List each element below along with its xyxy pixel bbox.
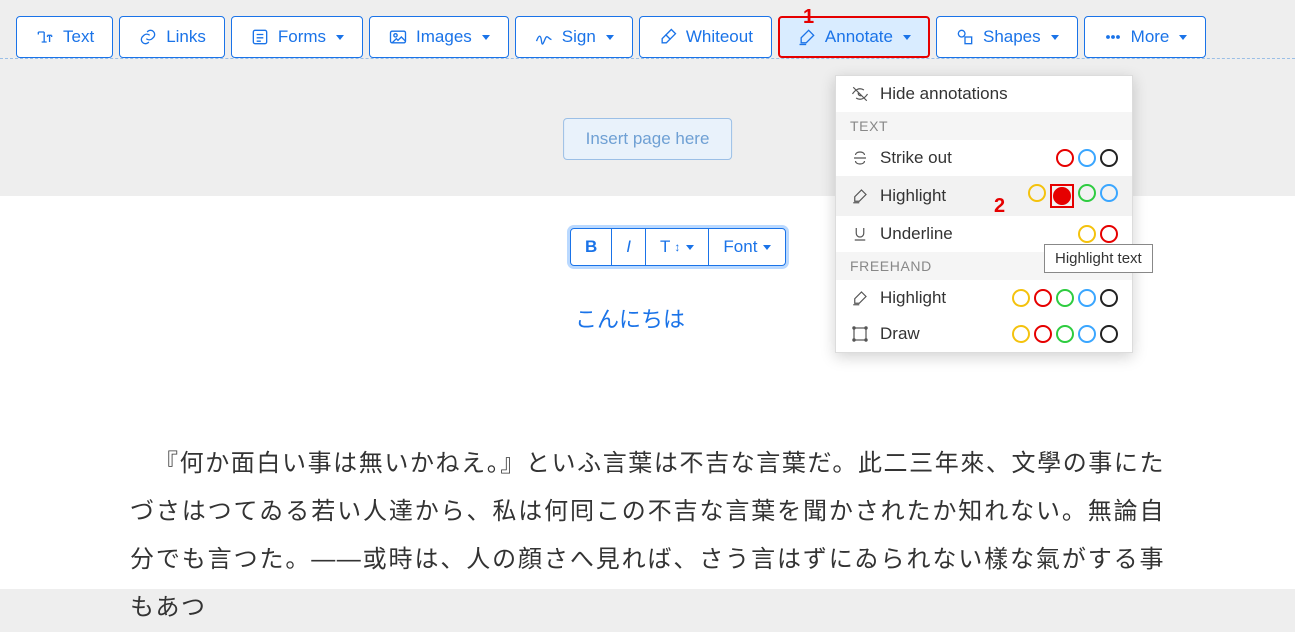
- text-edit-toolbar: B I T↕ Font: [570, 228, 786, 266]
- insert-page-label: Insert page here: [586, 129, 710, 148]
- annotate-button[interactable]: Annotate: [778, 16, 930, 58]
- underline-label: Underline: [880, 224, 1068, 244]
- swatch-black[interactable]: [1100, 149, 1118, 167]
- bold-label: B: [585, 237, 597, 257]
- text-label: Text: [63, 27, 94, 47]
- bold-button[interactable]: B: [570, 228, 612, 266]
- caret-icon: [336, 35, 344, 40]
- swatch-blue[interactable]: [1078, 325, 1096, 343]
- shapes-label: Shapes: [983, 27, 1041, 47]
- insert-divider: [0, 58, 1295, 59]
- text-icon: [35, 27, 55, 47]
- hide-annotations-item[interactable]: Hide annotations: [836, 76, 1132, 112]
- main-toolbar: Text Links Forms Images Sign Whiteout An…: [0, 0, 1295, 74]
- swatch-green[interactable]: [1056, 289, 1074, 307]
- highlighter-icon: [797, 27, 817, 47]
- shapes-icon: [955, 27, 975, 47]
- swatch-black[interactable]: [1100, 325, 1118, 343]
- caret-icon: [1179, 35, 1187, 40]
- caret-icon: [903, 35, 911, 40]
- draw-icon: [850, 324, 870, 344]
- annotate-dropdown: Hide annotations TEXT Strike out Highlig…: [835, 75, 1133, 353]
- strikeout-swatches: [1056, 149, 1118, 167]
- sign-icon: [534, 27, 554, 47]
- links-button[interactable]: Links: [119, 16, 225, 58]
- whiteout-label: Whiteout: [686, 27, 753, 47]
- swatch-black[interactable]: [1100, 289, 1118, 307]
- swatch-blue[interactable]: [1100, 184, 1118, 202]
- strikeout-item[interactable]: Strike out: [836, 140, 1132, 176]
- swatch-yellow[interactable]: [1012, 289, 1030, 307]
- text-button[interactable]: Text: [16, 16, 113, 58]
- annotate-label: Annotate: [825, 27, 893, 47]
- forms-icon: [250, 27, 270, 47]
- highlight-swatches: [1028, 184, 1118, 208]
- forms-button[interactable]: Forms: [231, 16, 363, 58]
- swatch-red-selected[interactable]: [1050, 184, 1074, 208]
- caret-icon: [1051, 35, 1059, 40]
- caret-icon: [686, 245, 694, 250]
- swatch-red[interactable]: [1034, 289, 1052, 307]
- swatch-green[interactable]: [1078, 184, 1096, 202]
- whiteout-button[interactable]: Whiteout: [639, 16, 772, 58]
- insert-page-button[interactable]: Insert page here: [563, 118, 733, 160]
- font-label: Font: [723, 237, 757, 257]
- swatch-blue[interactable]: [1078, 289, 1096, 307]
- caret-icon: [606, 35, 614, 40]
- highlight-item[interactable]: Highlight: [836, 176, 1132, 216]
- size-label: T: [660, 237, 670, 257]
- underline-icon: [850, 224, 870, 244]
- swatch-yellow[interactable]: [1028, 184, 1046, 202]
- strikeout-icon: [850, 148, 870, 168]
- font-button[interactable]: Font: [708, 228, 786, 266]
- swatch-green[interactable]: [1056, 325, 1074, 343]
- greeting-text[interactable]: こんにちは: [575, 302, 685, 334]
- italic-button[interactable]: I: [611, 228, 646, 266]
- eraser-icon: [658, 27, 678, 47]
- document-body-text: 『何か面白い事は無いかねえ。』といふ言葉は不吉な言葉だ。此二三年來、文學の事にた…: [130, 440, 1165, 632]
- text-section-header: TEXT: [836, 112, 1132, 140]
- highlighter-icon: [850, 288, 870, 308]
- draw-swatches: [1012, 325, 1118, 343]
- underline-swatches: [1078, 225, 1118, 243]
- updown-icon: ↕: [674, 240, 680, 254]
- strikeout-label: Strike out: [880, 148, 1046, 168]
- image-icon: [388, 27, 408, 47]
- links-label: Links: [166, 27, 206, 47]
- callout-2: 2: [994, 195, 1005, 218]
- more-label: More: [1131, 27, 1170, 47]
- highlighter-icon: [850, 186, 870, 206]
- freehand-highlight-label: Highlight: [880, 288, 1002, 308]
- link-icon: [138, 27, 158, 47]
- images-button[interactable]: Images: [369, 16, 509, 58]
- sign-button[interactable]: Sign: [515, 16, 633, 58]
- fh-highlight-swatches: [1012, 289, 1118, 307]
- more-button[interactable]: More: [1084, 16, 1207, 58]
- hide-annotations-label: Hide annotations: [880, 84, 1118, 104]
- forms-label: Forms: [278, 27, 326, 47]
- swatch-blue[interactable]: [1078, 149, 1096, 167]
- swatch-red[interactable]: [1034, 325, 1052, 343]
- draw-item[interactable]: Draw: [836, 316, 1132, 352]
- caret-icon: [482, 35, 490, 40]
- draw-label: Draw: [880, 324, 1002, 344]
- images-label: Images: [416, 27, 472, 47]
- shapes-button[interactable]: Shapes: [936, 16, 1078, 58]
- eye-off-icon: [850, 84, 870, 104]
- swatch-red[interactable]: [1100, 225, 1118, 243]
- italic-label: I: [626, 237, 631, 257]
- callout-1: 1: [803, 6, 814, 29]
- swatch-red[interactable]: [1056, 149, 1074, 167]
- sign-label: Sign: [562, 27, 596, 47]
- freehand-highlight-item[interactable]: Highlight: [836, 280, 1132, 316]
- highlight-tooltip: Highlight text: [1044, 244, 1153, 273]
- swatch-yellow[interactable]: [1012, 325, 1030, 343]
- size-button[interactable]: T↕: [645, 228, 709, 266]
- caret-icon: [763, 245, 771, 250]
- swatch-yellow[interactable]: [1078, 225, 1096, 243]
- more-icon: [1103, 27, 1123, 47]
